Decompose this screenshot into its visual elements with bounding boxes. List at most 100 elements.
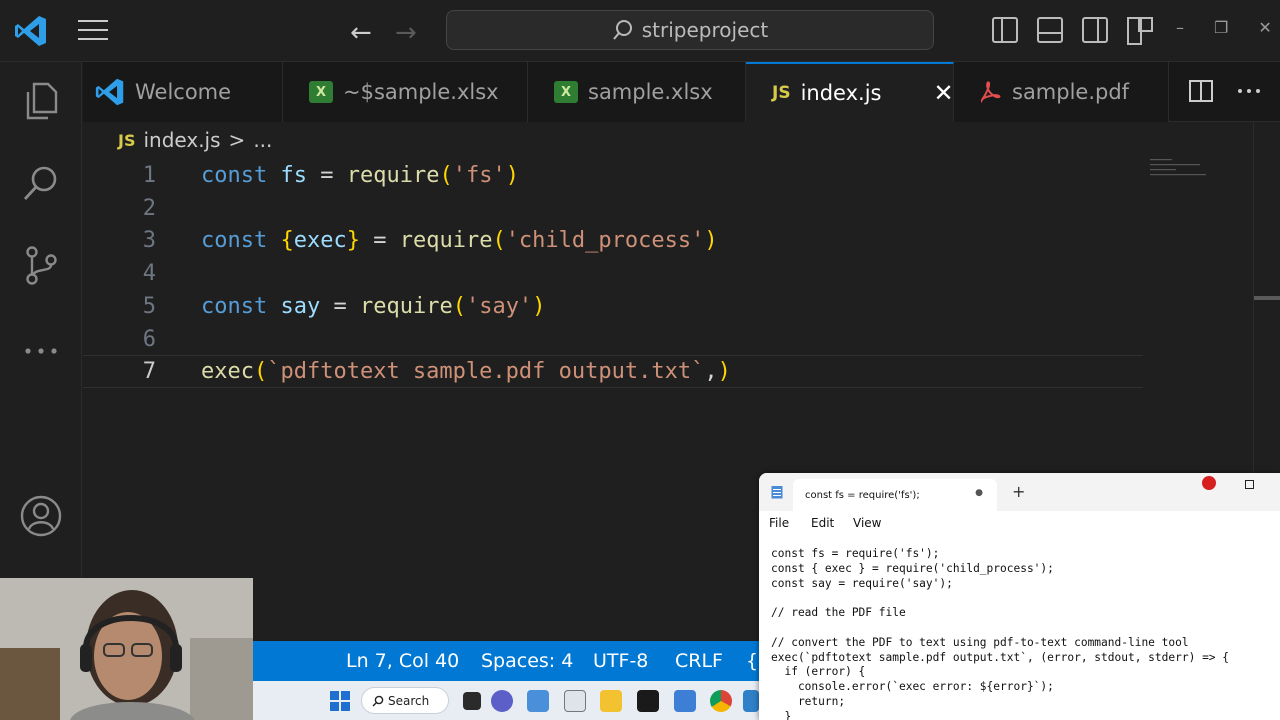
- minimap[interactable]: [1148, 158, 1208, 180]
- code-line: 6: [83, 323, 1143, 356]
- vscode-taskbar-icon[interactable]: [743, 690, 759, 712]
- command-center-search[interactable]: stripeproject: [446, 10, 934, 50]
- maximize-icon[interactable]: [1245, 480, 1254, 489]
- line-number: 6: [142, 327, 156, 352]
- webcam-person-image: [0, 578, 253, 720]
- windows-taskbar: Search: [253, 681, 763, 720]
- search-icon: [372, 695, 384, 706]
- status-indentation[interactable]: Spaces: 4: [481, 650, 573, 672]
- taskbar-search-label: Search: [388, 693, 430, 708]
- tab-temp-sample-xlsx[interactable]: X ~$sample.xlsx: [283, 62, 528, 122]
- notepad-text-area[interactable]: const fs = require('fs'); const { exec }…: [771, 547, 1229, 720]
- excel-icon: X: [554, 81, 578, 103]
- forward-button[interactable]: →: [395, 18, 417, 48]
- vscode-icon: [95, 78, 124, 106]
- chrome-icon[interactable]: [710, 690, 732, 712]
- app-icon[interactable]: [527, 690, 549, 712]
- back-button[interactable]: ←: [350, 18, 372, 48]
- notepad-title-bar: const fs = require('fs'); ● +: [759, 473, 1280, 511]
- breadcrumb-separator: >: [228, 128, 246, 152]
- code-line: 3 const {exec} = require('child_process'…: [83, 224, 1143, 257]
- tab-sample-xlsx[interactable]: X sample.xlsx: [528, 62, 746, 122]
- chat-icon[interactable]: [491, 690, 513, 712]
- notepad-window: const fs = require('fs'); ● + File Edit …: [759, 473, 1280, 720]
- file-explorer-icon[interactable]: [600, 690, 622, 712]
- tab-label: sample.pdf: [1012, 80, 1130, 104]
- status-eol[interactable]: CRLF: [675, 650, 723, 672]
- new-tab-button[interactable]: +: [1012, 482, 1025, 501]
- code-text: const fs = require('fs'): [201, 163, 519, 188]
- more-icon[interactable]: [20, 330, 62, 372]
- notepad-icon[interactable]: [674, 690, 696, 712]
- source-control-icon[interactable]: [20, 244, 62, 286]
- pointer-highlight-icon: [1202, 476, 1216, 490]
- excel-icon: X: [309, 81, 333, 103]
- task-view-icon[interactable]: [463, 692, 481, 710]
- tab-index-js[interactable]: JS index.js ✕: [746, 62, 954, 122]
- hamburger-menu-icon[interactable]: [78, 20, 108, 42]
- taskbar-search[interactable]: Search: [361, 687, 449, 714]
- tab-sample-pdf[interactable]: sample.pdf: [954, 62, 1169, 122]
- status-encoding[interactable]: UTF-8: [593, 650, 648, 672]
- activity-bar: [0, 62, 82, 578]
- terminal-icon[interactable]: [637, 690, 659, 712]
- title-bar: ← → stripeproject – ❐ ✕: [0, 0, 1280, 62]
- code-line: 4: [83, 257, 1143, 290]
- windows-start-icon[interactable]: [329, 690, 351, 712]
- line-number: 7: [142, 359, 156, 384]
- webcam-overlay: [0, 578, 253, 720]
- line-number: 3: [142, 228, 156, 253]
- tab-welcome[interactable]: Welcome: [83, 62, 283, 122]
- notepad-tab-title: const fs = require('fs');: [805, 489, 920, 501]
- tab-label: index.js: [800, 81, 882, 105]
- more-actions-icon[interactable]: [1236, 78, 1262, 104]
- code-text: const {exec} = require('child_process'): [201, 228, 718, 253]
- minimize-icon[interactable]: –: [1176, 18, 1184, 37]
- toggle-primary-sidebar-icon[interactable]: [992, 17, 1018, 43]
- search-icon[interactable]: [20, 162, 62, 204]
- notepad-menu-bar: File Edit View: [759, 511, 1280, 539]
- status-language[interactable]: {: [746, 650, 758, 672]
- customize-layout-icon[interactable]: [1127, 17, 1153, 45]
- line-number: 1: [142, 163, 156, 188]
- js-icon: JS: [772, 83, 791, 103]
- explorer-icon[interactable]: [20, 80, 62, 122]
- unsaved-dot-icon[interactable]: ●: [975, 488, 983, 498]
- tab-label: ~$sample.xlsx: [343, 80, 499, 104]
- code-text: const say = require('say'): [201, 294, 546, 319]
- menu-view[interactable]: View: [853, 516, 881, 530]
- toggle-secondary-sidebar-icon[interactable]: [1082, 17, 1108, 43]
- breadcrumb-file[interactable]: index.js: [143, 128, 220, 152]
- notepad-app-icon: [771, 486, 783, 499]
- search-text: stripeproject: [641, 18, 769, 42]
- menu-file[interactable]: File: [769, 516, 789, 530]
- toggle-panel-icon[interactable]: [1037, 17, 1063, 43]
- vscode-logo-icon: [15, 16, 46, 46]
- notepad-tab[interactable]: const fs = require('fs'); ●: [793, 479, 997, 511]
- snipping-tool-icon[interactable]: [564, 690, 586, 712]
- breadcrumb: JS index.js > ...: [118, 128, 272, 152]
- line-number: 4: [142, 261, 156, 286]
- search-icon: [612, 20, 632, 40]
- menu-edit[interactable]: Edit: [811, 516, 834, 530]
- close-tab-icon[interactable]: ✕: [933, 79, 953, 107]
- scrollbar-thumb[interactable]: [1254, 296, 1280, 300]
- status-cursor-position[interactable]: Ln 7, Col 40: [346, 650, 459, 672]
- account-icon[interactable]: [20, 495, 62, 537]
- editor-tab-bar: Welcome X ~$sample.xlsx X sample.xlsx JS…: [83, 62, 1280, 122]
- code-line: 5 const say = require('say'): [83, 290, 1143, 323]
- split-editor-icon[interactable]: [1188, 78, 1214, 104]
- tab-label: sample.xlsx: [588, 80, 713, 104]
- js-icon: JS: [118, 130, 136, 150]
- close-window-icon[interactable]: ✕: [1258, 18, 1271, 37]
- code-line: 2: [83, 192, 1143, 225]
- restore-icon[interactable]: ❐: [1214, 18, 1228, 37]
- pdf-icon: [980, 81, 1001, 104]
- tab-label: Welcome: [135, 80, 232, 104]
- breadcrumb-rest[interactable]: ...: [253, 128, 272, 152]
- code-line: 1 const fs = require('fs'): [83, 159, 1143, 192]
- code-text: exec(`pdftotext sample.pdf output.txt`,): [201, 359, 731, 384]
- line-number: 5: [142, 294, 156, 319]
- status-bar: Ln 7, Col 40 Spaces: 4 UTF-8 CRLF {: [253, 641, 763, 681]
- code-line-current: 7 exec(`pdftotext sample.pdf output.txt`…: [83, 355, 1143, 388]
